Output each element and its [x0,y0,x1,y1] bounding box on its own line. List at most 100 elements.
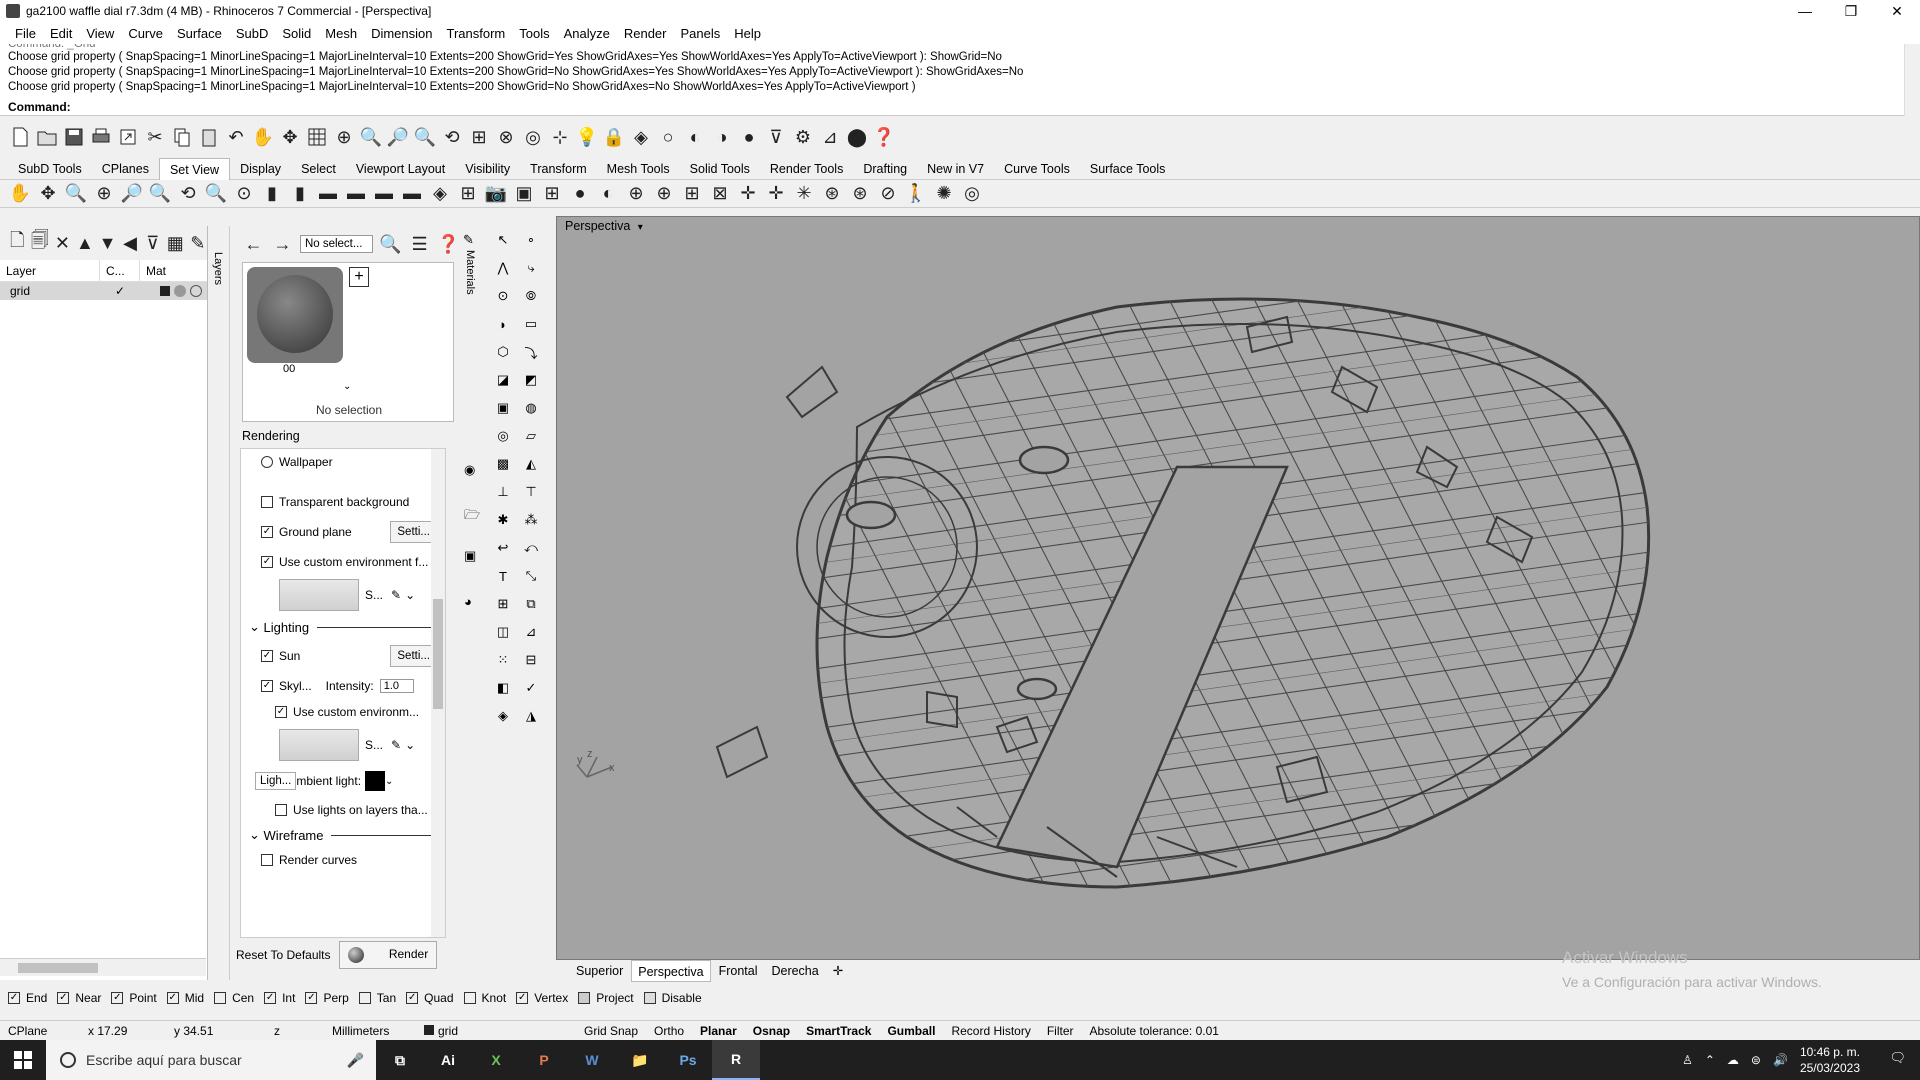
options-icon[interactable]: ⚙ [791,125,815,149]
zoom-icon[interactable]: 🔍 [413,125,437,149]
move-icon[interactable]: ↩ [490,534,516,562]
point-icon[interactable]: ∘ [518,226,544,254]
curve-icon[interactable]: ⤷ [518,254,544,282]
column-layer[interactable]: Layer [0,259,100,282]
align-icon[interactable]: ⊟ [518,646,544,674]
chevron-down-icon[interactable]: ⌄ [405,588,415,602]
tab-new-in-v7[interactable]: New in V7 [917,158,994,180]
layers-tab-label[interactable]: Layers [212,252,224,285]
text-icon[interactable]: T [490,562,516,590]
chevron-down-icon[interactable]: ⌄ [405,738,415,752]
add-viewport-icon[interactable]: ✛ [827,960,849,982]
menu-file[interactable]: File [8,26,43,41]
trim-icon[interactable]: ⊥ [490,478,516,506]
custom-env-option[interactable]: ✓ Use custom environment f... [241,549,445,575]
edit-pencil-icon[interactable]: ✎ [391,588,401,602]
zoom-out-icon[interactable]: 🔍 [204,182,228,206]
check-icon[interactable]: ✓ [518,674,544,702]
materials-tab-label[interactable]: Materials [464,250,476,295]
material-icon[interactable]: ⬤ [845,125,869,149]
object-select-field[interactable]: No select... [299,235,374,253]
tab-perspectiva[interactable]: Perspectiva [631,960,711,982]
menu-surface[interactable]: Surface [170,26,229,41]
dimension-icon[interactable]: ◫ [490,618,516,646]
lock-icon[interactable]: 🔒 [602,125,626,149]
taskbar-clock[interactable]: 10:46 p. m. 25/03/2023 [1800,1044,1860,1076]
menu-curve[interactable]: Curve [121,26,170,41]
render-curves-checkbox[interactable] [261,854,273,866]
cplane-rotate-icon[interactable]: ⊛ [848,182,872,206]
taskbar-search[interactable]: Escribe aquí para buscar 🎤 [46,1040,376,1080]
surface-icon[interactable]: ◪ [490,366,516,394]
render-curves-option[interactable]: Render curves [241,847,445,873]
tab-superior[interactable]: Superior [570,960,629,982]
zoom-extents-icon[interactable]: ⊕ [92,182,116,206]
wallpaper-option[interactable]: Wallpaper [241,449,445,475]
osnap-project[interactable]: Project [578,991,634,1005]
shade-icon[interactable]: ● [568,182,592,206]
menu-edit[interactable]: Edit [43,26,79,41]
transparent-bg-option[interactable]: Transparent background [241,489,445,515]
zoom-selected-icon[interactable]: 🔎 [386,125,410,149]
skylight-option[interactable]: ✓ Skyl... Intensity: 1.0 [241,673,445,699]
light-bulb-icon[interactable]: 💡 [575,125,599,149]
axis-icon[interactable]: ✛ [764,182,788,206]
arc-icon[interactable]: ◗ [490,310,516,338]
export-icon[interactable] [116,125,140,149]
tab-mesh-tools[interactable]: Mesh Tools [597,158,680,180]
select-filter-icon[interactable]: ⊹ [548,125,572,149]
view-bottom-icon[interactable]: ▬ [344,182,368,206]
camera-icon[interactable]: 📷 [484,182,508,206]
print-icon[interactable] [89,125,113,149]
tab-viewport-layout[interactable]: Viewport Layout [346,158,455,180]
cut-icon[interactable]: ✂ [143,125,167,149]
menu-panels[interactable]: Panels [673,26,727,41]
waffle-dial-wireframe[interactable]: x y z [557,217,1920,960]
osnap-vertex[interactable]: ✓ Vertex [516,991,568,1005]
menu-analyze[interactable]: Analyze [557,26,617,41]
target-icon[interactable]: ◎ [521,125,545,149]
volume-icon[interactable]: 🔊 [1773,1053,1788,1067]
explode-icon[interactable]: ✱ [490,506,516,534]
osnap-icon[interactable]: ⊗ [494,125,518,149]
rendering-scrollbar[interactable] [431,449,445,937]
tab-frontal[interactable]: Frontal [713,960,764,982]
osnap-tan[interactable]: Tan [358,991,396,1005]
menu-solid[interactable]: Solid [275,26,318,41]
filter-icon[interactable]: ⊽ [143,231,162,255]
circle-icon[interactable]: ⊙ [490,282,516,310]
render-ball-icon[interactable]: ● [737,125,761,149]
new-sublayer-icon[interactable]: 🗐 [31,230,50,255]
extrude-icon[interactable]: ▱ [518,422,544,450]
taskbar-app-excel[interactable]: X [472,1040,520,1080]
wallpaper-radio[interactable] [261,456,273,468]
draft-angle-icon[interactable]: ◮ [518,702,544,730]
axis-icon[interactable]: ✛ [736,182,760,206]
wireframe-group-header[interactable]: ⌄ Wireframe [241,823,445,847]
layer-color-swatch[interactable] [160,286,170,296]
sun-option[interactable]: ✓ Sun Setti... [241,639,445,673]
menu-dimension[interactable]: Dimension [364,26,439,41]
star-icon[interactable]: ✳ [792,182,816,206]
rotate-view-icon[interactable]: ⟲ [440,125,464,149]
taskbar-app-word[interactable]: W [568,1040,616,1080]
rotate-view-icon[interactable]: ⟲ [176,182,200,206]
ground-plane-option[interactable]: ✓ Ground plane Setti... [241,515,445,549]
material-brush-icon[interactable]: ✎ [463,232,474,248]
ground-plane-checkbox[interactable]: ✓ [261,526,273,538]
status-cplane[interactable]: CPlane [0,1024,80,1038]
paste-icon[interactable] [197,125,221,149]
cplane-rotate-icon[interactable]: ⊛ [820,182,844,206]
osnap-perp[interactable]: ✓ Perp [305,991,349,1005]
tab-solid-tools[interactable]: Solid Tools [680,158,760,180]
command-prompt[interactable]: Command: [0,98,1920,116]
osnap-int[interactable]: ✓ Int [264,991,295,1005]
ground-plane-settings-button[interactable]: Setti... [390,521,437,543]
layer-icon[interactable]: ◈ [629,125,653,149]
cylinder-icon[interactable]: ◎ [490,422,516,450]
measure-icon[interactable]: ⊿ [518,618,544,646]
view-top-icon[interactable]: ▮ [260,182,284,206]
tab-transform[interactable]: Transform [520,158,597,180]
dimension-icon[interactable]: ⊿ [818,125,842,149]
layers-vertical-tab[interactable]: Layers [208,226,230,980]
